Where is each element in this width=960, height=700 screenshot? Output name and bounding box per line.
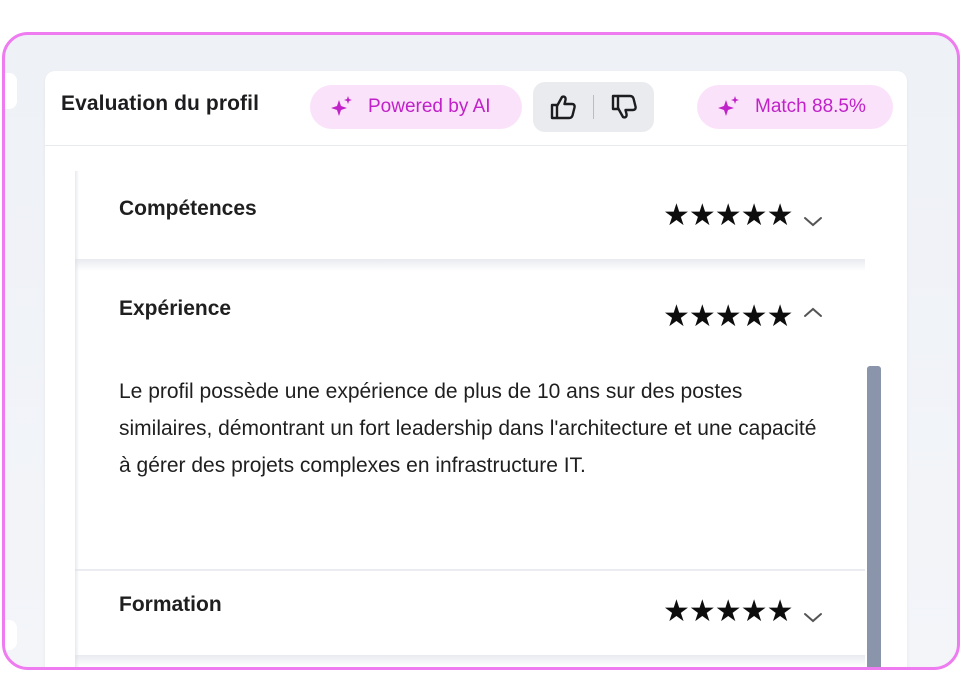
thumbs-up-icon (550, 95, 576, 120)
thumbs-up-button[interactable] (533, 82, 593, 132)
star-rating: ★★★★★ (663, 300, 793, 333)
sparkle-icon (718, 96, 739, 116)
card-title: Evaluation du profil (61, 92, 260, 115)
chevron-down-icon[interactable] (801, 605, 825, 629)
section-title: Formation (119, 593, 222, 616)
section-description: Le profil possède une expérience de plus… (119, 380, 817, 477)
powered-by-ai-label: Powered by AI (368, 96, 491, 117)
chevron-up-icon[interactable] (801, 301, 825, 325)
evaluation-sections-list[interactable]: Compétences ★★★★★ Expérience ★★★★★ Le pr… (75, 171, 865, 667)
section-title: Expérience (119, 297, 232, 320)
section-divider (75, 655, 865, 667)
feedback-vote-group (533, 82, 654, 132)
profile-evaluation-card: Evaluation du profil Powered by AI Match… (45, 71, 907, 667)
section-experience[interactable]: Expérience ★★★★★ Le profil possède une e… (75, 271, 865, 571)
app-frame: Evaluation du profil Powered by AI Match… (2, 32, 960, 670)
powered-by-ai-badge: Powered by AI (310, 85, 522, 129)
section-competences[interactable]: Compétences ★★★★★ (75, 171, 865, 261)
scrollbar-thumb[interactable] (867, 366, 881, 667)
match-score-label: Match 88.5% (755, 96, 866, 117)
star-rating: ★★★★★ (663, 199, 793, 232)
star-rating: ★★★★★ (663, 595, 793, 628)
side-panel-edge (5, 73, 17, 109)
thumbs-down-button[interactable] (594, 82, 654, 132)
section-formation[interactable]: Formation ★★★★★ (75, 571, 865, 661)
sparkle-icon (331, 96, 352, 116)
section-divider (75, 259, 865, 271)
list-edge-shadow (75, 171, 79, 667)
section-title: Compétences (119, 197, 257, 220)
side-panel-edge (5, 620, 17, 650)
match-score-badge: Match 88.5% (697, 85, 893, 129)
thumbs-down-icon (611, 94, 637, 119)
card-header: Evaluation du profil Powered by AI Match… (45, 71, 907, 146)
chevron-down-icon[interactable] (801, 209, 825, 233)
